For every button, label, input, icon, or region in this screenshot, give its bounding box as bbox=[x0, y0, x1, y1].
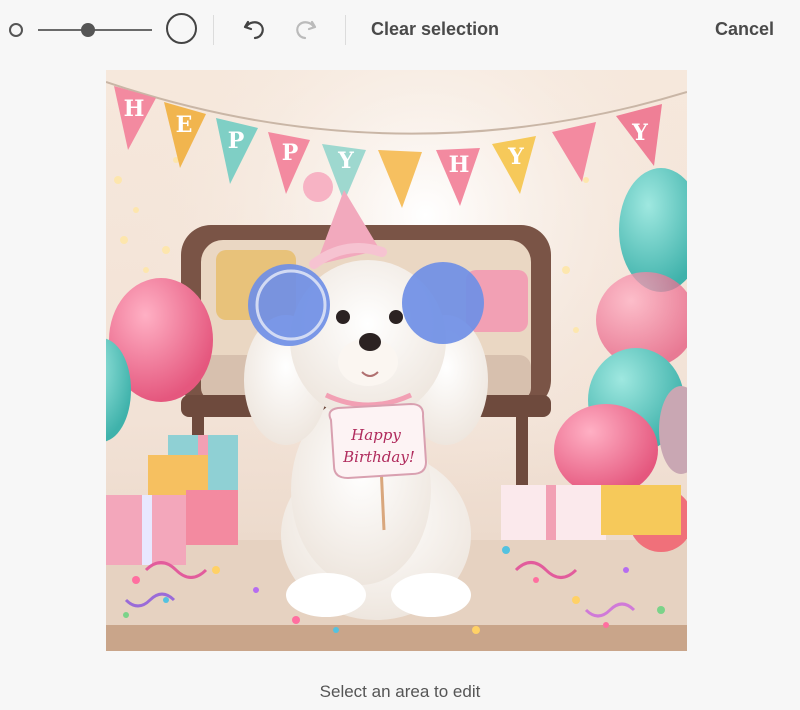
selection-mask-right bbox=[402, 262, 484, 344]
clear-selection-button[interactable]: Clear selection bbox=[371, 19, 499, 40]
brush-size-slider-thumb[interactable] bbox=[81, 23, 96, 37]
brush-size-large-icon[interactable] bbox=[166, 13, 197, 44]
brush-size-small-icon[interactable] bbox=[9, 23, 23, 37]
edit-toolbar: Clear selection Cancel bbox=[0, 0, 800, 62]
redo-icon bbox=[296, 20, 317, 40]
banner-letter: P bbox=[282, 140, 299, 166]
toolbar-divider bbox=[345, 15, 346, 45]
banner-letter: Y bbox=[631, 120, 648, 146]
banner-letter: H bbox=[124, 96, 145, 122]
edit-hint-text: Select an area to edit bbox=[319, 682, 481, 701]
redo-button[interactable] bbox=[290, 15, 320, 45]
banner-letter: E bbox=[176, 112, 193, 138]
cancel-button[interactable]: Cancel bbox=[715, 19, 774, 40]
undo-button[interactable] bbox=[240, 15, 270, 45]
undo-icon bbox=[243, 20, 264, 40]
banner-letter: Y bbox=[507, 144, 524, 170]
banner-letter: H bbox=[449, 152, 470, 178]
banner-letter: Y bbox=[337, 148, 354, 174]
banner-letter: P bbox=[228, 128, 245, 154]
toolbar-divider bbox=[213, 15, 214, 45]
birthday-poodle-image: H E P P Y H Y Y Happy Birthday! bbox=[106, 70, 687, 651]
sign-text-happy: Happy bbox=[350, 426, 401, 444]
sign-text-birthday: Birthday! bbox=[342, 448, 415, 466]
edit-image-canvas[interactable]: H E P P Y H Y Y Happy Birthday! bbox=[106, 70, 687, 651]
selection-mask-left bbox=[248, 264, 330, 346]
